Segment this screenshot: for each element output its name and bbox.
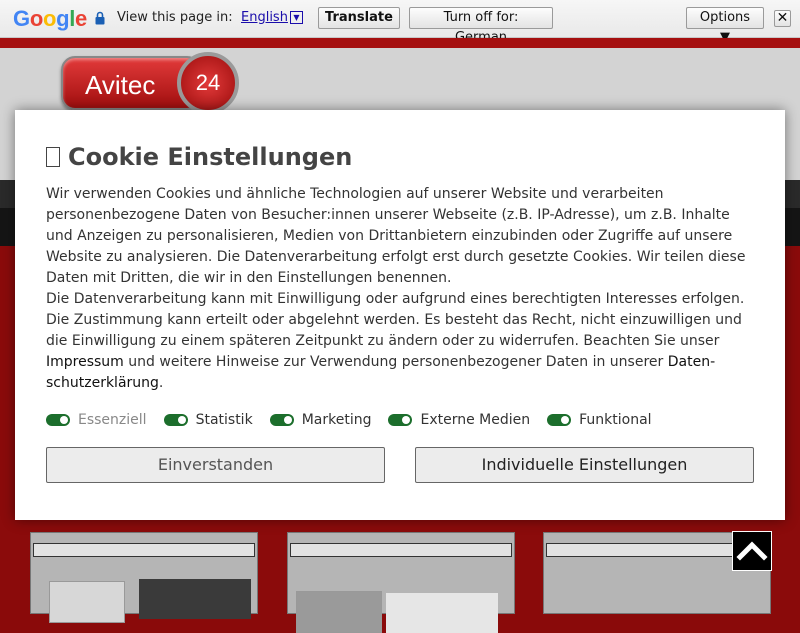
dropdown-icon: ▼ <box>289 11 303 24</box>
language-value: English <box>241 10 288 25</box>
product-card[interactable] <box>287 532 515 633</box>
product-image <box>139 579 251 619</box>
turn-off-button[interactable]: Turn off for: German <box>409 7 553 45</box>
toggle-statistik[interactable]: Statistik <box>163 412 253 428</box>
google-logo-letter: g <box>56 6 70 31</box>
options-button[interactable]: Options ▼ <box>686 7 764 45</box>
toggle-label: Funktional <box>579 412 652 428</box>
toggle-label: Externe Medien <box>420 412 531 428</box>
toggle-externe-medien[interactable]: Externe Medien <box>388 412 530 428</box>
close-icon[interactable]: ✕ <box>774 10 791 27</box>
view-page-label: View this page in: <box>117 10 233 25</box>
google-logo-letter: o <box>29 6 43 31</box>
google-logo: Google <box>13 6 87 32</box>
logo-circle: 24 <box>177 52 239 114</box>
cookie-title-text: Cookie Einstellungen <box>68 143 353 171</box>
individual-settings-button[interactable]: Individuelle Einstellungen <box>415 447 754 483</box>
toggle-marketing[interactable]: Marketing <box>269 412 372 428</box>
cookie-description: Wir verwenden Cookies und ähnliche Techn… <box>46 184 756 394</box>
cookie-paragraph-2-end: . <box>158 375 164 391</box>
toggle-funktional[interactable]: Funktional <box>547 412 652 428</box>
toggle-label: Statistik <box>195 412 253 428</box>
product-image <box>386 593 498 633</box>
toggle-switch[interactable] <box>269 414 294 426</box>
product-card-title-bar <box>33 543 255 557</box>
toggle-switch[interactable] <box>547 414 572 426</box>
scroll-to-top-button[interactable] <box>732 531 772 571</box>
toggle-label: Essenziell <box>78 412 147 428</box>
product-image <box>296 591 382 633</box>
google-logo-letter: G <box>13 6 30 31</box>
cookie-toggles: Essenziell Statistik Marketing Externe M… <box>46 409 669 431</box>
logo-number: 24 <box>195 70 221 95</box>
google-logo-letter: e <box>75 6 87 31</box>
translate-bar: Google View this page in: English ▼ Trans… <box>0 0 800 45</box>
google-logo-letter: o <box>42 6 57 31</box>
toggle-switch[interactable] <box>388 414 413 426</box>
product-card[interactable] <box>30 532 258 623</box>
toggle-label: Marketing <box>301 412 372 428</box>
cookie-icon <box>46 147 60 167</box>
chevron-up-icon <box>736 541 768 561</box>
cookie-paragraph-2-middle: und weitere Hinweise zur Verwendung pers… <box>128 354 664 370</box>
cookie-paragraph-1: Wir verwenden Cookies und ähnliche Techn… <box>46 186 746 286</box>
toggle-switch[interactable] <box>163 414 188 426</box>
toggle-essenziell: Essenziell <box>46 412 147 428</box>
language-select[interactable]: English ▼ <box>241 10 303 25</box>
impressum-link[interactable]: Impressum <box>46 354 124 370</box>
translate-button[interactable]: Translate <box>318 7 400 29</box>
toggle-switch <box>46 414 70 426</box>
top-accent-line <box>0 38 800 48</box>
logo-text: Avitec <box>85 70 156 100</box>
cookie-modal-title: Cookie Einstellungen <box>46 143 352 171</box>
product-card-title-bar <box>290 543 512 557</box>
lock-icon <box>95 11 105 25</box>
product-image <box>49 581 125 623</box>
accept-button[interactable]: Einverstanden <box>46 447 385 483</box>
cookie-modal: Cookie Einstellungen Wir verwenden Cooki… <box>15 110 785 520</box>
cookie-paragraph-2: Die Datenverarbeitung kann mit Einwillig… <box>46 291 745 349</box>
site-logo[interactable]: Avitec 24 <box>61 52 241 114</box>
